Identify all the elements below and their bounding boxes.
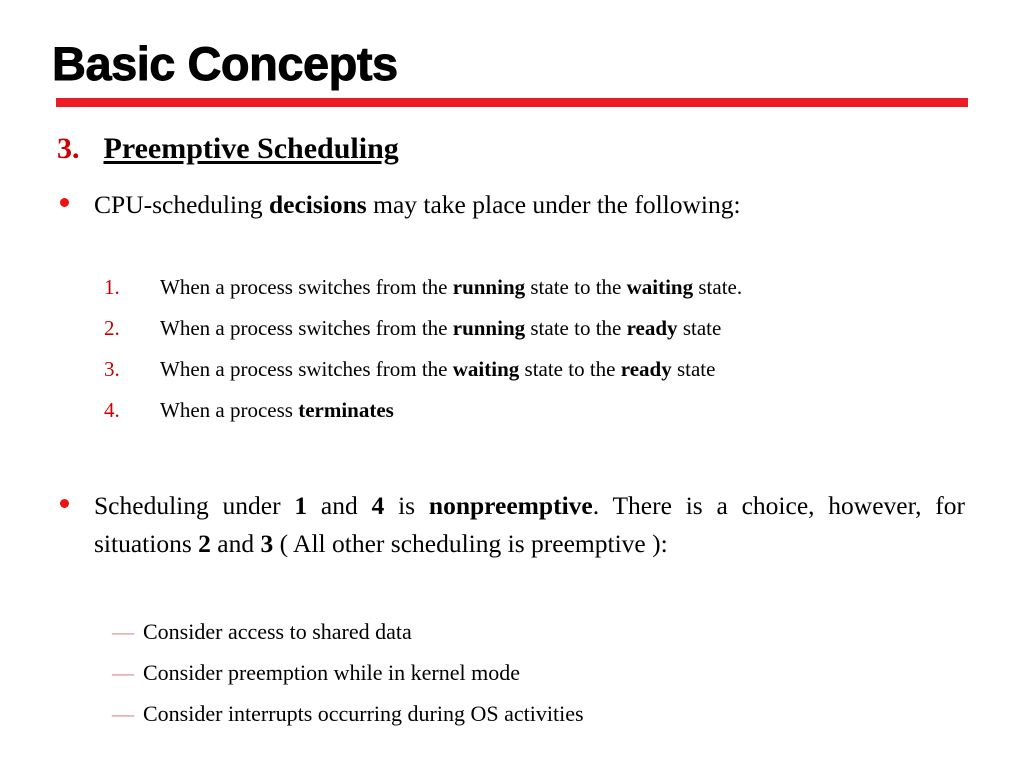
section-heading: 3. Preemptive Scheduling xyxy=(57,131,399,167)
list-item: 1. When a process switches from the runn… xyxy=(104,272,984,313)
list-item-label: When a process switches from the running… xyxy=(160,316,722,340)
bullet-dot-icon xyxy=(60,198,69,207)
bullet-item: Scheduling under 1 and 4 is nonpreemptiv… xyxy=(57,487,965,563)
list-item: — Consider interrupts occurring during O… xyxy=(112,698,972,739)
list-item-label: When a process switches from the waiting… xyxy=(160,357,716,381)
bullet-item: CPU-scheduling decisions may take place … xyxy=(57,186,965,224)
list-item-label: Consider preemption while in kernel mode xyxy=(143,660,520,685)
em-dash-icon: — xyxy=(112,619,134,644)
bullet-dot-icon xyxy=(60,499,69,508)
list-item: 3. When a process switches from the wait… xyxy=(104,354,984,395)
list-item-number: 3. xyxy=(104,357,120,381)
slide-canvas: Basic Concepts 3. Preemptive Scheduling C… xyxy=(0,0,1024,768)
em-dash-icon: — xyxy=(112,701,134,726)
page-title: Basic Concepts xyxy=(52,37,399,90)
list-item: 4. When a process terminates xyxy=(104,395,984,436)
list-item: 2. When a process switches from the runn… xyxy=(104,313,984,354)
list-item-label: Consider access to shared data xyxy=(143,619,412,644)
list-item: — Consider access to shared data xyxy=(112,616,972,657)
list-item-label: When a process switches from the running… xyxy=(160,275,743,299)
bullet-text: CPU-scheduling decisions may take place … xyxy=(94,190,741,219)
title-divider-rule xyxy=(56,98,968,107)
list-item-label: Consider interrupts occurring during OS … xyxy=(143,701,584,726)
list-item-number: 4. xyxy=(104,398,120,422)
em-dash-icon: — xyxy=(112,660,134,685)
bullet-text: Scheduling under 1 and 4 is nonpreemptiv… xyxy=(94,491,965,558)
section-number: 3. xyxy=(57,132,80,165)
dash-list: — Consider access to shared data — Consi… xyxy=(112,616,972,739)
list-item-number: 1. xyxy=(104,275,120,299)
list-item-number: 2. xyxy=(104,316,120,340)
section-heading-label: Preemptive Scheduling xyxy=(103,132,399,165)
numbered-list: 1. When a process switches from the runn… xyxy=(104,272,984,436)
list-item-label: When a process terminates xyxy=(160,398,394,422)
list-item: — Consider preemption while in kernel mo… xyxy=(112,657,972,698)
